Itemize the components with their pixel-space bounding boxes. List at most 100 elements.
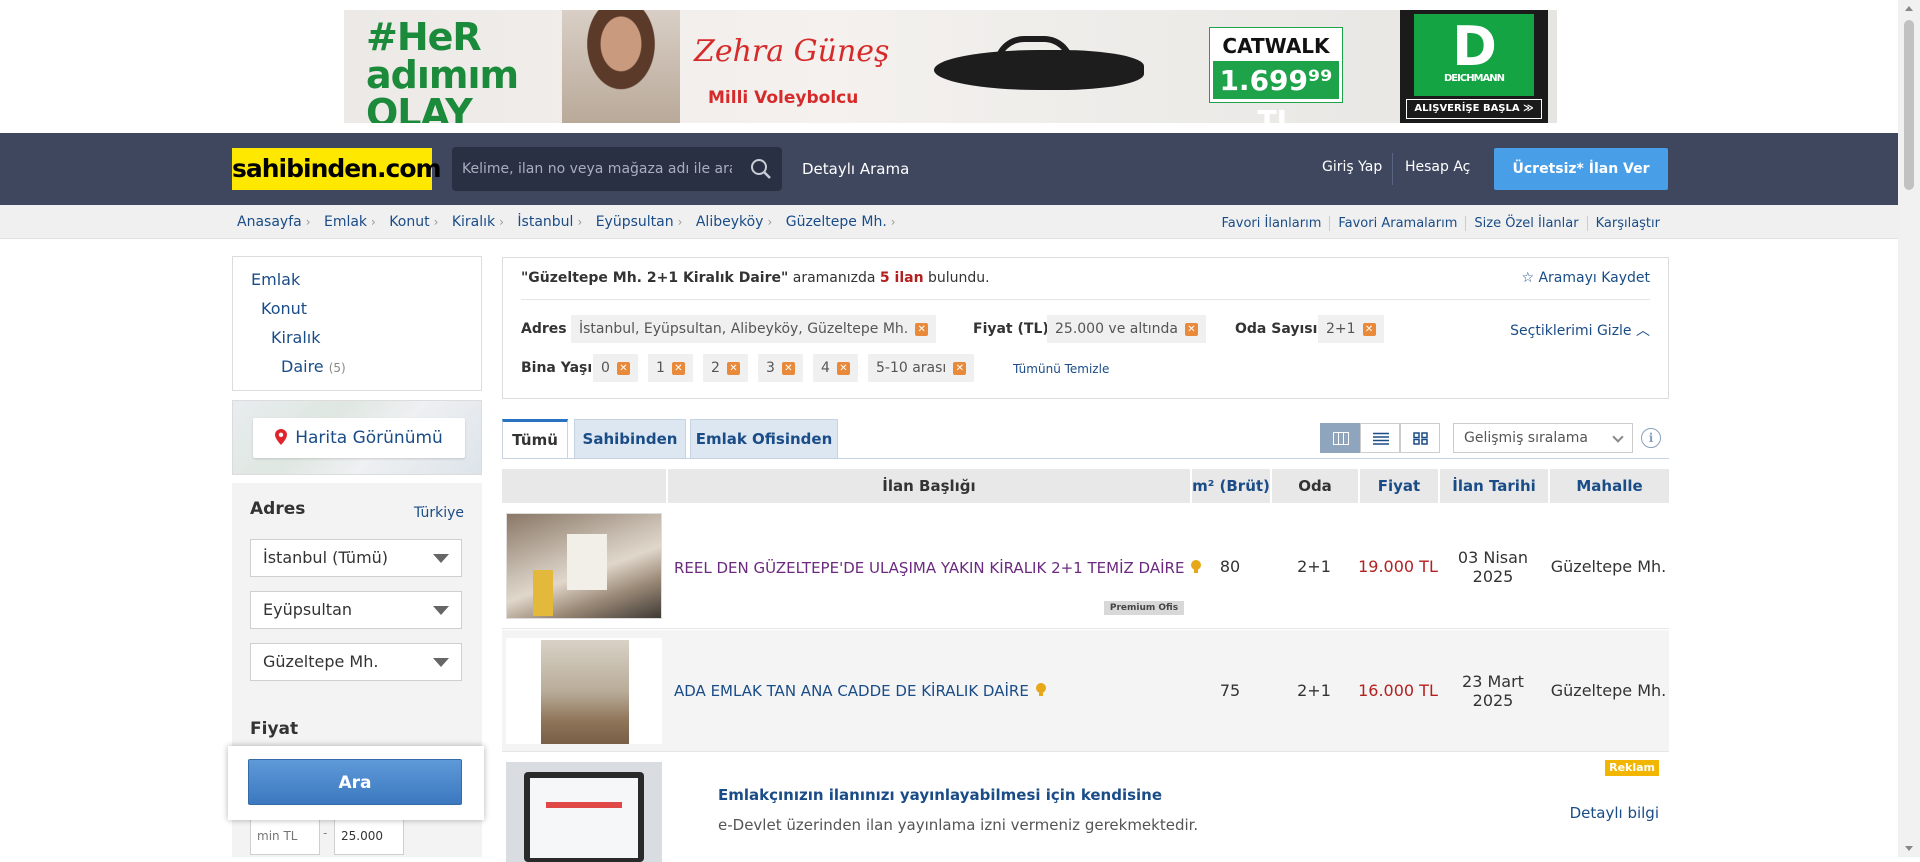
filter-chip-age[interactable]: 5-10 arası ✕ bbox=[868, 354, 975, 382]
banner-script-name: Zehra Güneş bbox=[694, 34, 890, 69]
filter-chip-age[interactable]: 3 ✕ bbox=[758, 354, 803, 382]
close-icon[interactable]: ✕ bbox=[953, 362, 967, 375]
district-select[interactable]: Eyüpsultan bbox=[250, 591, 462, 629]
filter-chip-price[interactable]: 25.000 ve altında ✕ bbox=[1047, 315, 1206, 343]
ad-row[interactable]: Emlakçınızın ilanınızı yayınlayabilmesi … bbox=[502, 754, 1669, 862]
close-icon[interactable]: ✕ bbox=[781, 362, 795, 375]
close-icon[interactable]: ✕ bbox=[616, 362, 630, 375]
chevron-right-icon: › bbox=[890, 215, 896, 229]
map-view-button[interactable]: Harita Görünümü bbox=[253, 418, 465, 458]
save-search-link[interactable]: ☆ Aramayı Kaydet bbox=[1521, 270, 1650, 286]
breadcrumb-item[interactable]: Anasayfa bbox=[237, 214, 302, 230]
banner-tagline: #HeR adımım OLAY bbox=[366, 15, 519, 123]
min-price-input[interactable] bbox=[250, 817, 320, 855]
tab-agency[interactable]: Emlak Ofisinden bbox=[690, 419, 838, 459]
page-scrollbar[interactable] bbox=[1898, 0, 1920, 857]
search-button[interactable]: Ara bbox=[248, 759, 462, 805]
grid-view-button[interactable] bbox=[1400, 423, 1440, 453]
clear-all-link[interactable]: Tümünü Temizle bbox=[1013, 362, 1109, 376]
listing-thumbnail[interactable] bbox=[506, 638, 662, 744]
filter-chip-age[interactable]: 4 ✕ bbox=[813, 354, 858, 382]
listing-date: 03 Nisan 2025 bbox=[1457, 547, 1529, 586]
personalized-listings-link[interactable]: Size Özel İlanlar bbox=[1465, 216, 1587, 231]
compare-link[interactable]: Karşılaştır bbox=[1586, 216, 1668, 231]
city-select[interactable]: İstanbul (Tümü) bbox=[250, 539, 462, 577]
listing-thumbnail[interactable] bbox=[506, 513, 662, 619]
column-price[interactable]: Fiyat bbox=[1358, 469, 1438, 503]
filter-chip-address[interactable]: İstanbul, Eyüpsultan, Alibeyköy, Güzelte… bbox=[571, 315, 937, 343]
max-price-input[interactable] bbox=[334, 817, 404, 855]
tab-owner[interactable]: Sahibinden bbox=[574, 419, 686, 459]
site-logo[interactable]: sahibinden.com bbox=[232, 148, 442, 190]
table-view-button[interactable] bbox=[1320, 423, 1360, 453]
details-link[interactable]: Detaylı bilgi bbox=[1570, 804, 1659, 822]
listing-area: 75 bbox=[1219, 681, 1241, 700]
category-daire-label: Daire bbox=[281, 357, 324, 376]
breadcrumb-item[interactable]: Güzeltepe Mh. bbox=[786, 214, 887, 230]
login-link[interactable]: Giriş Yap bbox=[1322, 159, 1382, 175]
category-daire[interactable]: Daire (5) bbox=[281, 357, 346, 376]
info-icon[interactable]: i bbox=[1641, 428, 1661, 448]
category-konut[interactable]: Konut bbox=[261, 299, 307, 318]
scroll-up-icon[interactable] bbox=[1905, 6, 1913, 11]
category-emlak[interactable]: Emlak bbox=[251, 270, 300, 289]
table-row[interactable]: ADA EMLAK TAN ANA CADDE DE KİRALIK DAİRE… bbox=[502, 630, 1669, 752]
favorite-listings-link[interactable]: Favori İlanlarım bbox=[1214, 216, 1330, 231]
scroll-down-icon[interactable] bbox=[1905, 846, 1913, 851]
close-icon[interactable]: ✕ bbox=[1184, 323, 1198, 336]
breadcrumb-item[interactable]: Emlak bbox=[324, 214, 367, 230]
map-preview[interactable]: Harita Görünümü bbox=[232, 400, 482, 475]
favorite-searches-link[interactable]: Favori Aramalarım bbox=[1329, 216, 1466, 231]
column-area[interactable]: m² (Brüt) bbox=[1190, 469, 1270, 503]
close-icon[interactable]: ✕ bbox=[836, 362, 850, 375]
address-country-link[interactable]: Türkiye bbox=[414, 505, 464, 521]
search-icon[interactable] bbox=[750, 158, 772, 180]
hide-selections-link[interactable]: Seçtiklerimi Gizle ︿ bbox=[1510, 320, 1650, 340]
tab-all[interactable]: Tümü bbox=[502, 419, 568, 459]
filter-chip-age[interactable]: 0 ✕ bbox=[593, 354, 638, 382]
listing-price: 16.000 TL bbox=[1358, 681, 1438, 700]
tab-divider bbox=[502, 458, 1669, 459]
category-kiralik[interactable]: Kiralık bbox=[271, 328, 320, 347]
breadcrumb-item[interactable]: Alibeyköy bbox=[696, 214, 764, 230]
breadcrumb-item[interactable]: Eyüpsultan bbox=[596, 214, 674, 230]
filter-chip-rooms[interactable]: 2+1 ✕ bbox=[1318, 315, 1384, 343]
sandal-image bbox=[934, 50, 1144, 90]
detailed-search-link[interactable]: Detaylı Arama bbox=[802, 160, 909, 178]
list-icon bbox=[1373, 432, 1389, 445]
breadcrumb-item[interactable]: İstanbul bbox=[517, 214, 573, 230]
register-link[interactable]: Hesap Aç bbox=[1405, 159, 1470, 175]
neighborhood-select[interactable]: Güzeltepe Mh. bbox=[250, 643, 462, 681]
close-icon[interactable]: ✕ bbox=[1362, 323, 1376, 336]
listing-title[interactable]: REEL DEN GÜZELTEPE'DE ULAŞIMA YAKIN KİRA… bbox=[674, 559, 1202, 577]
photo-window bbox=[567, 534, 607, 590]
list-view-button[interactable] bbox=[1360, 423, 1400, 453]
caret-down-icon bbox=[433, 554, 449, 563]
close-icon[interactable]: ✕ bbox=[671, 362, 685, 375]
column-date[interactable]: İlan Tarihi bbox=[1438, 469, 1548, 503]
search-input[interactable] bbox=[452, 147, 732, 191]
listing-rooms: 2+1 bbox=[1297, 557, 1331, 576]
column-rooms: Oda Sayısı bbox=[1270, 469, 1358, 529]
scrollbar-thumb[interactable] bbox=[1904, 20, 1914, 190]
breadcrumb-item[interactable]: Kiralık bbox=[452, 214, 495, 230]
chevron-right-icon: › bbox=[499, 215, 504, 229]
ad-banner[interactable]: #HeR adımım OLAY Zehra Güneş Milli Voley… bbox=[344, 10, 1557, 123]
banner-price-box: CATWALK 1.699⁹⁹ TL bbox=[1209, 27, 1343, 123]
grid-icon bbox=[1413, 432, 1428, 445]
filter-chip-age[interactable]: 1 ✕ bbox=[648, 354, 693, 382]
filter-chip-age[interactable]: 2 ✕ bbox=[703, 354, 748, 382]
close-icon[interactable]: ✕ bbox=[726, 362, 740, 375]
table-row[interactable]: REEL DEN GÜZELTEPE'DE ULAŞIMA YAKIN KİRA… bbox=[502, 505, 1669, 629]
banner-cta[interactable]: ALIŞVERİŞE BAŞLA ≫ bbox=[1406, 99, 1542, 119]
brand-name: DEICHMANN bbox=[1444, 73, 1505, 84]
post-ad-button[interactable]: Ücretsiz* İlan Ver bbox=[1494, 148, 1668, 190]
listing-title[interactable]: ADA EMLAK TAN ANA CADDE DE KİRALIK DAİRE bbox=[674, 682, 1047, 700]
close-icon[interactable]: ✕ bbox=[915, 323, 929, 336]
chevron-right-icon: › bbox=[577, 215, 583, 229]
column-district[interactable]: Mahalle bbox=[1548, 469, 1669, 503]
screen-bar bbox=[546, 802, 622, 808]
banner-price: 1.699⁹⁹ TL bbox=[1219, 64, 1333, 123]
breadcrumb-item[interactable]: Konut bbox=[389, 214, 429, 230]
sort-select[interactable]: Gelişmiş sıralama bbox=[1453, 423, 1633, 453]
